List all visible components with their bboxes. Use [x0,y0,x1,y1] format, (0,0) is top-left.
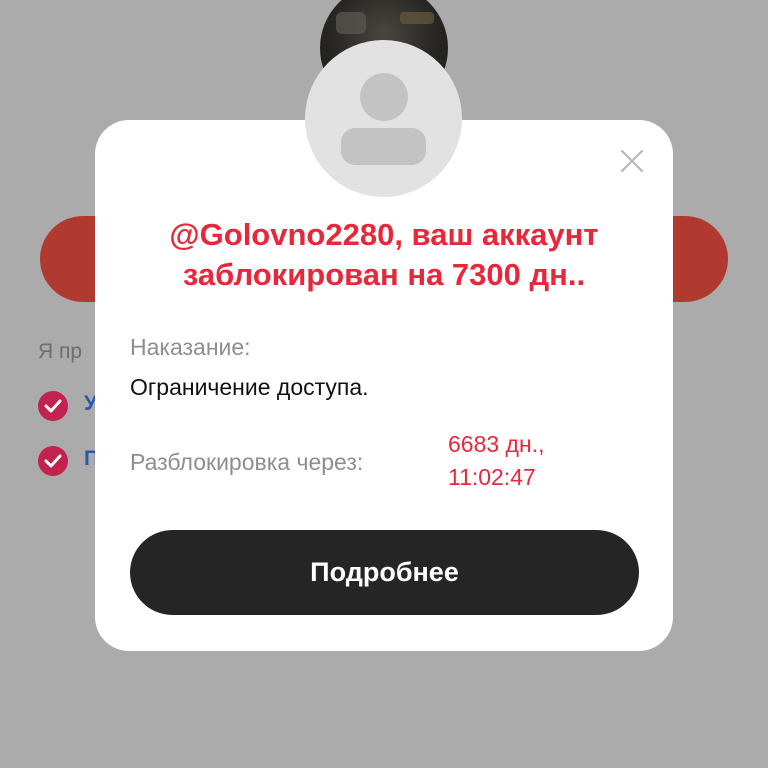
check-circle-icon [38,391,68,421]
unlock-label: Разблокировка через: [130,449,364,475]
ban-title: @Golovno2280, ваш аккаунт заблокирован н… [115,215,653,295]
agree-label: Я пр [38,340,83,363]
unlock-countdown: 6683 дн., 11:02:47 [448,428,544,494]
penalty-label: Наказание: [130,334,251,360]
check-circle-icon [38,446,68,476]
unlock-countdown-time: 11:02:47 [448,464,536,490]
ban-title-line-1: @Golovno2280, ваш аккаунт [169,217,599,252]
ban-modal: @Golovno2280, ваш аккаунт заблокирован н… [95,120,673,651]
more-details-button[interactable]: Подробнее [130,530,639,615]
penalty-value: Ограничение доступа. [130,374,369,400]
close-icon[interactable] [619,148,645,174]
ban-title-line-2: заблокирован на 7300 дн.. [182,257,586,292]
user-placeholder-icon [305,40,462,197]
unlock-countdown-days: 6683 дн., [448,431,545,457]
